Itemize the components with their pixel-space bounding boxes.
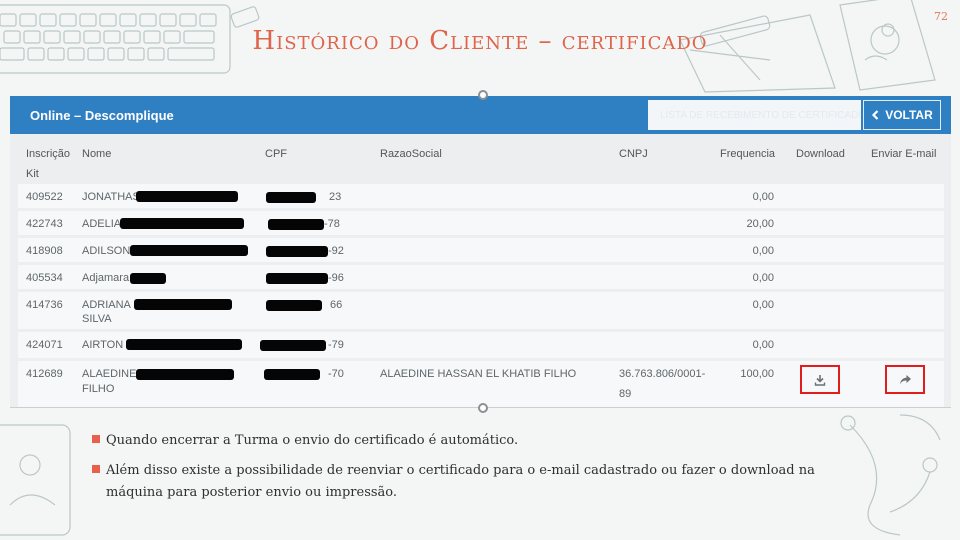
cell-frequencia: 0,00: [752, 272, 774, 284]
bullet-list: Quando encerrar a Turma o envio do certi…: [92, 430, 817, 512]
table-row: 409522 JONATHAS 23 0,00: [18, 184, 944, 208]
header-frequencia[interactable]: Frequencia: [720, 144, 775, 164]
cell-frequencia: 0,00: [752, 191, 774, 203]
screenshot-panel: Online – Descomplique LISTA DE RECEBIMEN…: [10, 96, 951, 408]
tablet-doodle: [0, 424, 71, 536]
redaction-bar: [268, 219, 324, 230]
back-button[interactable]: VOLTAR: [863, 100, 941, 130]
cell-frequencia: 0,00: [752, 299, 774, 311]
redaction-bar: [266, 273, 328, 284]
header-inscricao-kit[interactable]: Inscrição Kit: [26, 144, 74, 184]
cell-cpf: -78: [324, 218, 340, 230]
resize-handle-top[interactable]: [478, 90, 488, 100]
bullet-marker: [92, 435, 100, 443]
redaction-bar: [130, 245, 248, 256]
certificate-table: Inscrição Kit Nome CPF RazaoSocial CNPJ …: [18, 142, 944, 407]
redaction-bar: [120, 218, 244, 229]
redaction-bar: [260, 340, 326, 351]
cell-nome: Adjamara: [82, 272, 130, 284]
table-row: 405534 Adjamara -96 0,00: [18, 265, 944, 289]
cell-inscricao: 409522: [26, 191, 63, 203]
share-forward-icon: [899, 374, 911, 384]
cell-inscricao: 412689: [26, 368, 63, 380]
bullet-text: Quando encerrar a Turma o envio do certi…: [106, 433, 519, 448]
header-cpf[interactable]: CPF: [265, 144, 287, 164]
header-enviar-email[interactable]: Enviar E-mail: [871, 144, 936, 164]
redaction-bar: [136, 369, 234, 380]
redaction-bar: [130, 273, 166, 284]
header-download[interactable]: Download: [796, 144, 845, 164]
cell-cpf: 23: [329, 191, 342, 203]
send-email-button[interactable]: [885, 365, 925, 394]
cell-inscricao: 424071: [26, 339, 63, 351]
cell-inscricao: 405534: [26, 272, 63, 284]
redaction-bar: [136, 191, 238, 202]
cell-cpf: -79: [328, 339, 344, 351]
bullet-text: Além disso existe a possibilidade de ree…: [106, 463, 815, 500]
cell-inscricao: 418908: [26, 245, 63, 257]
redaction-bar: [266, 246, 328, 257]
header-cnpj[interactable]: CNPJ: [619, 144, 648, 164]
redaction-bar: [126, 339, 242, 350]
cell-frequencia: 20,00: [746, 218, 774, 230]
cell-frequencia: 0,00: [752, 339, 774, 351]
cell-razao-social: ALAEDINE HASSAN EL KHATIB FILHO: [380, 368, 577, 380]
chevron-left-icon: [872, 110, 879, 120]
cell-nome-line2: FILHO: [82, 383, 115, 395]
cell-nome: JONATHAS: [82, 191, 140, 203]
redaction-bar: [266, 300, 322, 311]
cell-cnpj: 36.763.806/0001-: [619, 368, 706, 380]
cell-nome: ADELIA: [82, 218, 122, 230]
table-row: 418908 ADILSON -92 0,00: [18, 238, 944, 262]
cell-nome-line2: SILVA: [82, 313, 112, 325]
table-header: Inscrição Kit Nome CPF RazaoSocial CNPJ …: [18, 142, 944, 184]
cell-cpf: -70: [328, 368, 344, 380]
bullet-marker: [92, 465, 100, 473]
cell-inscricao: 422743: [26, 218, 63, 230]
redaction-bar: [134, 299, 232, 310]
cell-nome: ADRIANA: [82, 299, 131, 311]
cell-nome: AIRTON: [82, 339, 124, 351]
certificate-list-button[interactable]: LISTA DE RECEBIMENTO DE CERTIFICADOS: [648, 100, 861, 130]
cell-cnpj-line2: 89: [619, 388, 632, 400]
slide-title: Histórico do Cliente – certificado: [252, 26, 708, 56]
download-icon: [814, 374, 826, 386]
header-razao-social[interactable]: RazaoSocial: [380, 144, 442, 164]
cell-nome: ADILSON: [82, 245, 131, 257]
table-row: 424071 AIRTON -79 0,00: [18, 332, 944, 358]
cell-frequencia: 100,00: [740, 368, 774, 380]
table-row: 412689 ALAEDINE FILHO -70 ALAEDINE HASSA…: [18, 361, 944, 407]
redaction-bar: [266, 192, 316, 203]
download-button[interactable]: [800, 365, 840, 394]
redaction-bar: [264, 369, 320, 380]
cell-cpf: -96: [328, 272, 344, 284]
cell-frequencia: 0,00: [752, 245, 774, 257]
back-button-label: VOLTAR: [885, 108, 933, 122]
bullet-item: Além disso existe a possibilidade de ree…: [92, 460, 817, 504]
cell-cpf: 66: [330, 299, 343, 311]
earphones-doodle: [840, 414, 941, 536]
slide-number: 72: [934, 10, 948, 23]
resize-handle-bottom[interactable]: [478, 403, 488, 413]
cell-cpf: -92: [328, 245, 344, 257]
cell-nome: ALAEDINE: [82, 368, 137, 380]
table-row: 422743 ADELIA -78 20,00: [18, 211, 944, 235]
header-nome[interactable]: Nome: [82, 144, 111, 164]
table-row: 414736 ADRIANA SILVA 66 0,00: [18, 292, 944, 329]
cell-inscricao: 414736: [26, 299, 63, 311]
app-name: Online – Descomplique: [30, 107, 174, 123]
bullet-item: Quando encerrar a Turma o envio do certi…: [92, 430, 817, 452]
app-topbar: Online – Descomplique LISTA DE RECEBIMEN…: [10, 96, 951, 134]
